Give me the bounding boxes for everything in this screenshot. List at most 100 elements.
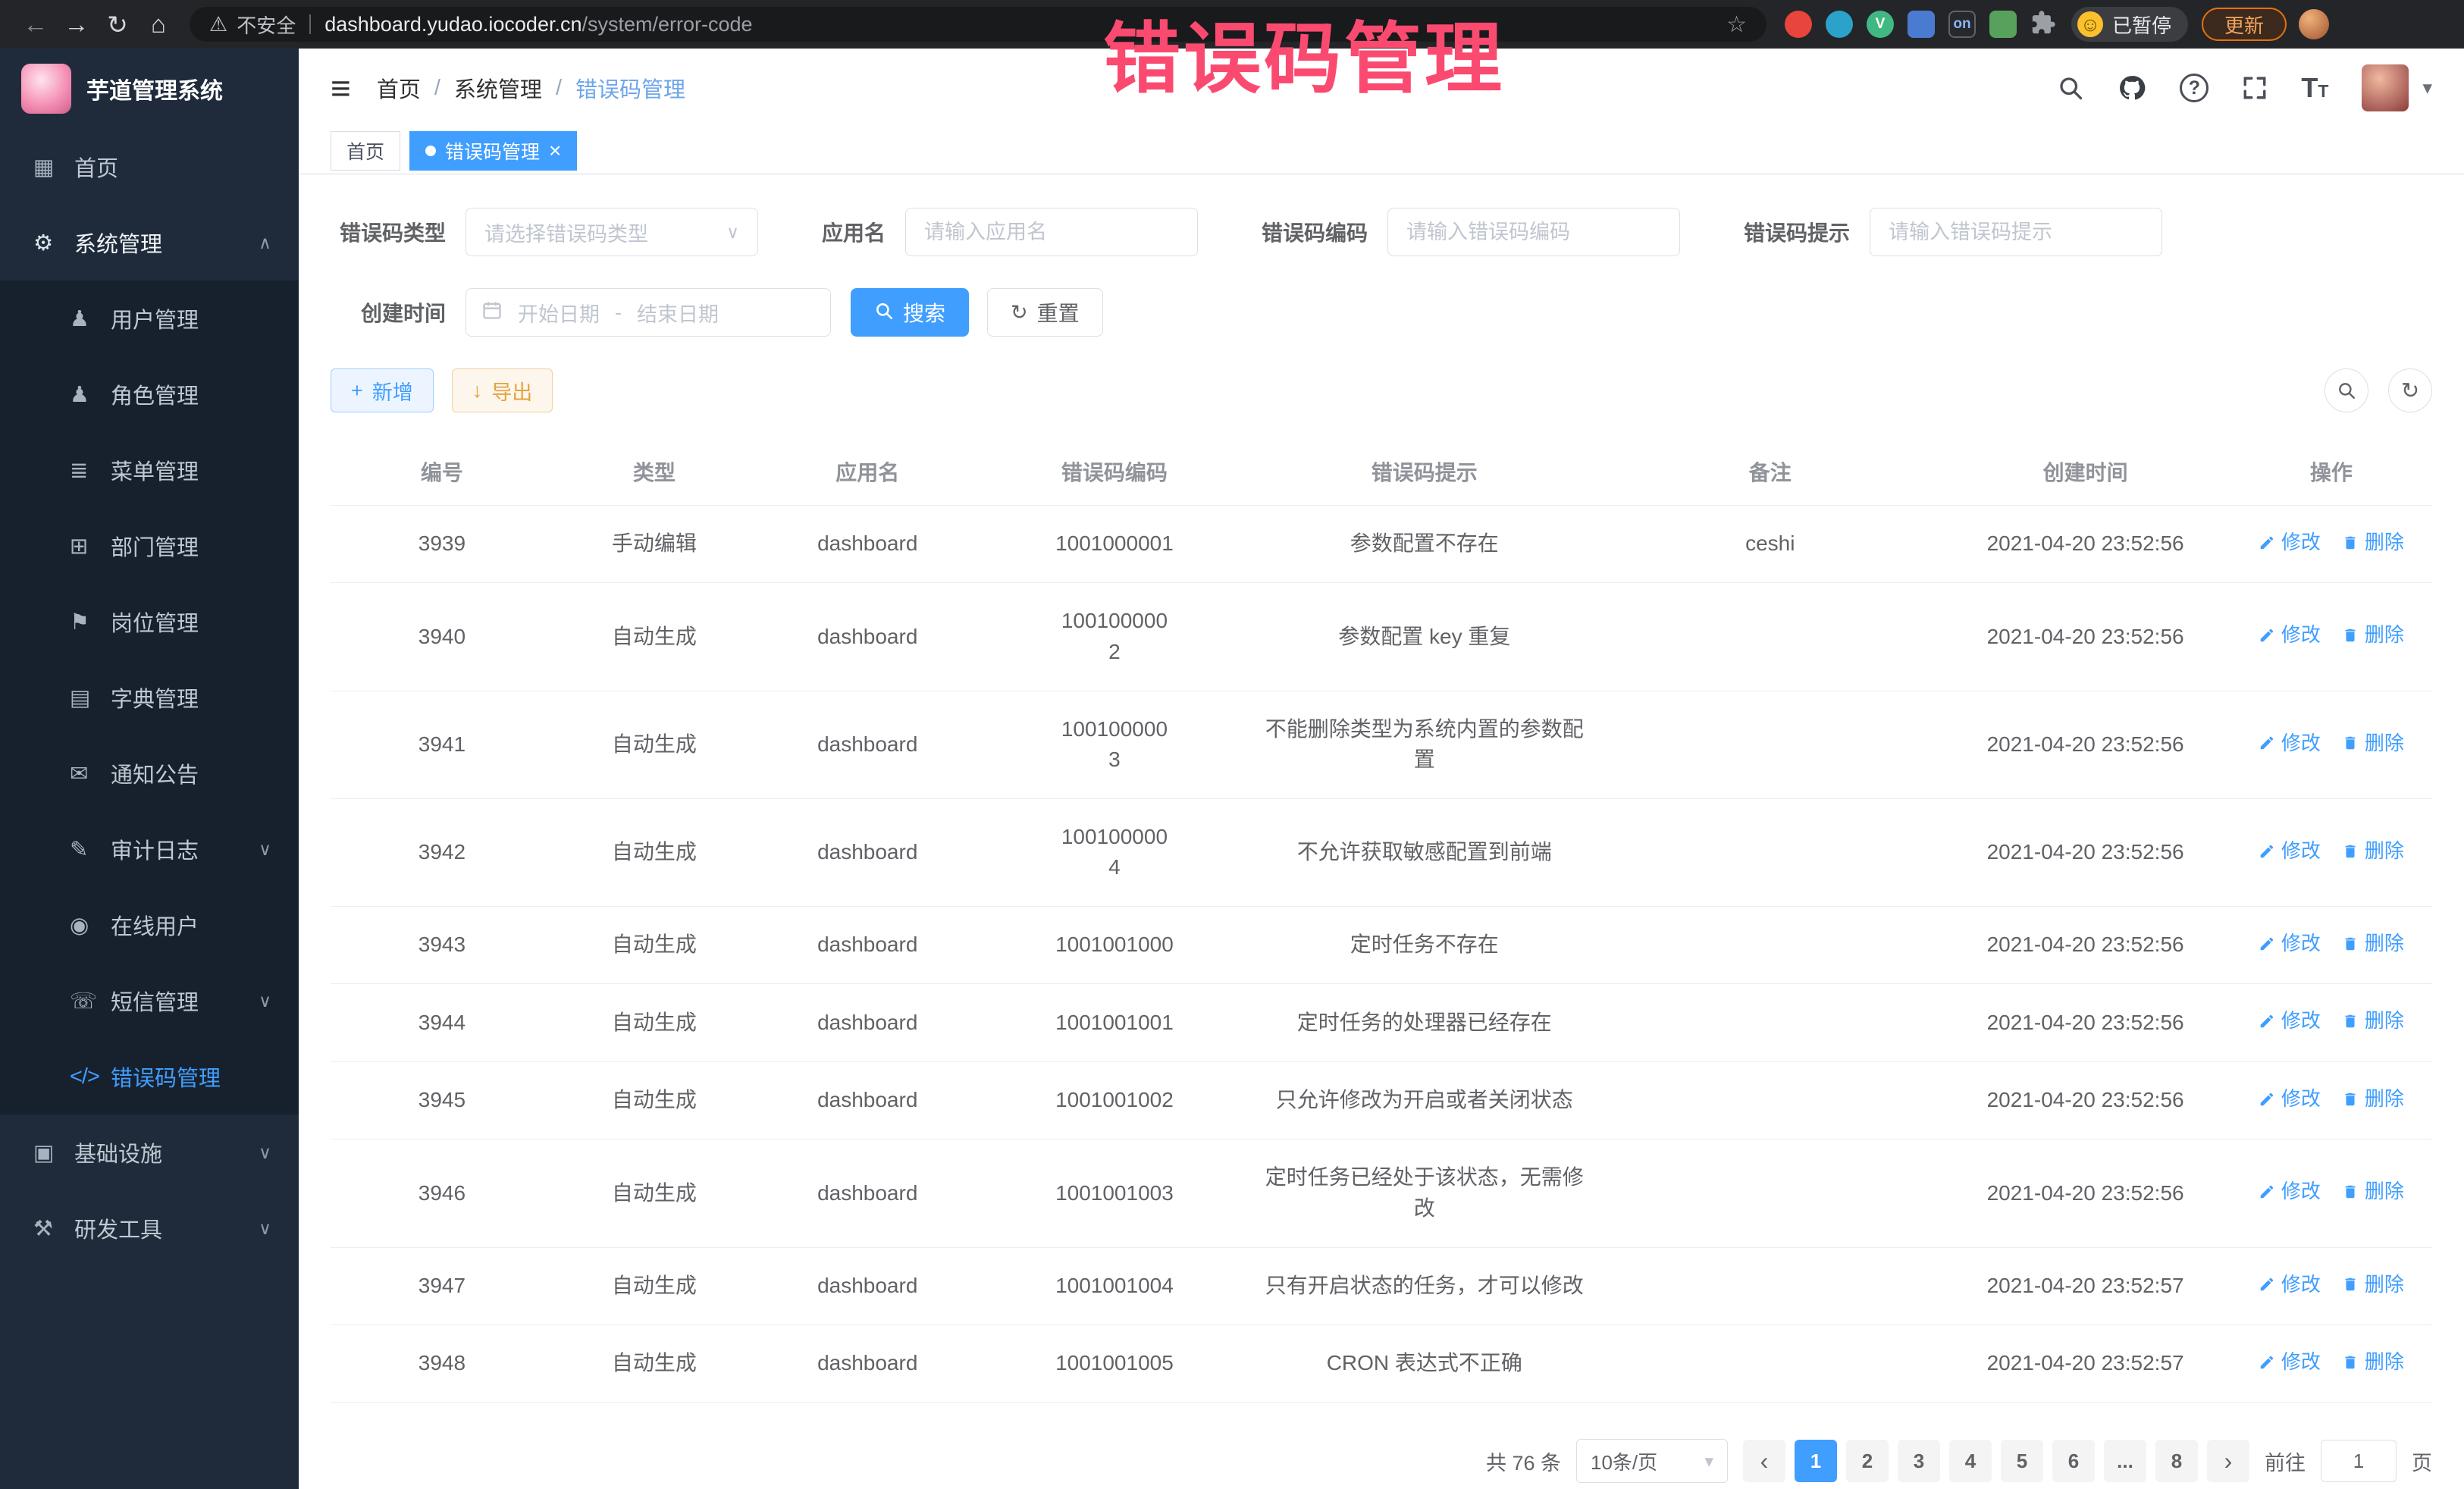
- browser-home-icon[interactable]: ⌂: [138, 4, 179, 45]
- sidebar-item-sms-management[interactable]: ☏短信管理∨: [0, 963, 299, 1039]
- page-button-1[interactable]: 1: [1795, 1440, 1837, 1482]
- browser-profile-chip[interactable]: ☺ 已暂停: [2071, 7, 2188, 42]
- browser-update-button[interactable]: 更新: [2202, 8, 2287, 41]
- edit-link[interactable]: 修改: [2259, 837, 2321, 866]
- dept-icon: ⊞: [70, 533, 111, 560]
- edit-link[interactable]: 修改: [2259, 1348, 2321, 1377]
- delete-link[interactable]: 删除: [2342, 1271, 2404, 1299]
- row-remark: ceshi: [1600, 506, 1940, 583]
- code-input[interactable]: [1387, 208, 1680, 256]
- page-button-4[interactable]: 4: [1949, 1440, 1992, 1482]
- font-size-icon[interactable]: TT: [2301, 72, 2328, 104]
- sidebar-item-notice-management[interactable]: ✉通知公告: [0, 735, 299, 811]
- page-button-2[interactable]: 2: [1846, 1440, 1889, 1482]
- prev-page-button[interactable]: ‹: [1743, 1440, 1785, 1482]
- onetab-extension-icon[interactable]: on: [1948, 11, 1976, 38]
- reset-button[interactable]: ↻ 重置: [987, 288, 1103, 337]
- extensions-puzzle-icon[interactable]: [2030, 10, 2056, 39]
- code-label: 错误码编码: [1262, 217, 1368, 247]
- sidebar-item-system-management[interactable]: ⚙系统管理∧: [0, 205, 299, 281]
- not-secure-label: 不安全: [237, 11, 296, 39]
- delete-link[interactable]: 删除: [2342, 1085, 2404, 1114]
- edit-link[interactable]: 修改: [2259, 1177, 2321, 1206]
- sidebar-item-menu-management[interactable]: ≣菜单管理: [0, 432, 299, 508]
- sidebar-item-dept-management[interactable]: ⊞部门管理: [0, 508, 299, 584]
- edit-link[interactable]: 修改: [2259, 1007, 2321, 1036]
- sidebar-item-audit-log[interactable]: ✎审计日志∨: [0, 811, 299, 887]
- next-page-button[interactable]: ›: [2207, 1440, 2249, 1482]
- fullscreen-icon[interactable]: [2242, 75, 2268, 101]
- delete-link[interactable]: 删除: [2342, 621, 2404, 650]
- refresh-table-button[interactable]: ↻: [2388, 368, 2432, 412]
- export-button[interactable]: ↓ 导出: [452, 368, 553, 412]
- app-input[interactable]: [905, 208, 1198, 256]
- search-button[interactable]: 搜索: [851, 288, 969, 337]
- sidebar-item-post-management[interactable]: ⚑岗位管理: [0, 584, 299, 660]
- search-icon[interactable]: [2057, 74, 2084, 102]
- vue-devtools-extension-icon[interactable]: V: [1867, 11, 1894, 38]
- sidebar-item-dict-management[interactable]: ▤字典管理: [0, 660, 299, 735]
- sidebar-item-home[interactable]: ▦首页: [0, 129, 299, 205]
- type-select[interactable]: 请选择错误码类型 ∨: [466, 208, 758, 256]
- forward-icon[interactable]: →: [56, 4, 97, 45]
- add-button[interactable]: + 新增: [331, 368, 434, 412]
- sidebar-item-label: 错误码管理: [111, 1061, 271, 1092]
- delete-link[interactable]: 删除: [2342, 1177, 2404, 1206]
- row-id: 3946: [331, 1139, 553, 1247]
- goto-page-input[interactable]: [2321, 1440, 2397, 1482]
- breadcrumb-item[interactable]: 系统管理: [454, 72, 542, 104]
- tab-首页[interactable]: 首页: [331, 131, 400, 171]
- edit-link[interactable]: 修改: [2259, 528, 2321, 557]
- row-operations: 修改删除: [2230, 583, 2432, 691]
- browser-profile-avatar[interactable]: [2299, 9, 2329, 39]
- page-button-8[interactable]: 8: [2155, 1440, 2198, 1482]
- hint-input[interactable]: [1870, 208, 2162, 256]
- delete-link[interactable]: 删除: [2342, 729, 2404, 758]
- delete-link[interactable]: 删除: [2342, 837, 2404, 866]
- avatar-caret-down-icon[interactable]: ▾: [2422, 77, 2432, 99]
- app-logo[interactable]: 芋道管理系统: [0, 49, 299, 129]
- delete-link[interactable]: 删除: [2342, 528, 2404, 557]
- filter-group-hint: 错误码提示: [1744, 208, 2162, 256]
- xpath-extension-icon[interactable]: [1989, 11, 2017, 38]
- reload-icon[interactable]: ↻: [97, 4, 138, 45]
- page-button-6[interactable]: 6: [2052, 1440, 2095, 1482]
- sidebar-item-infrastructure[interactable]: ▣基础设施∨: [0, 1114, 299, 1190]
- delete-link[interactable]: 删除: [2342, 1348, 2404, 1377]
- table-row: 3941自动生成dashboard100100000 3不能删除类型为系统内置的…: [331, 691, 2432, 798]
- sidebar-item-online-users[interactable]: ◉在线用户: [0, 887, 299, 963]
- row-code: 1001001003: [980, 1139, 1249, 1247]
- delete-link[interactable]: 删除: [2342, 1007, 2404, 1036]
- sidebar-item-user-management[interactable]: ♟用户管理: [0, 281, 299, 356]
- date-range-picker[interactable]: 开始日期 - 结束日期: [466, 288, 831, 337]
- stats-extension-icon[interactable]: [1908, 11, 1935, 38]
- page-size-select[interactable]: 10条/页 ▾: [1576, 1439, 1728, 1483]
- edit-link[interactable]: 修改: [2259, 729, 2321, 758]
- edit-link[interactable]: 修改: [2259, 621, 2321, 650]
- bookmark-star-icon[interactable]: ☆: [1726, 11, 1747, 38]
- breadcrumb-item[interactable]: 首页: [377, 72, 421, 104]
- back-icon[interactable]: ←: [15, 4, 56, 45]
- sidebar-item-error-code-management[interactable]: </>错误码管理: [0, 1039, 299, 1114]
- record-extension-icon[interactable]: [1785, 11, 1812, 38]
- delete-link[interactable]: 删除: [2342, 929, 2404, 958]
- edit-link[interactable]: 修改: [2259, 1085, 2321, 1114]
- picker-extension-icon[interactable]: [1826, 11, 1853, 38]
- github-icon[interactable]: [2118, 74, 2146, 102]
- tab-close-icon[interactable]: ×: [549, 140, 561, 161]
- tab-错误码管理[interactable]: 错误码管理×: [409, 131, 577, 171]
- sidebar-item-role-management[interactable]: ♟角色管理: [0, 356, 299, 432]
- address-bar[interactable]: ⚠ 不安全 dashboard.yudao.iocoder.cn/system/…: [190, 7, 1766, 42]
- edit-link[interactable]: 修改: [2259, 929, 2321, 958]
- search-button-icon: [874, 301, 894, 324]
- page-button-5[interactable]: 5: [2001, 1440, 2043, 1482]
- user-avatar[interactable]: [2362, 64, 2409, 111]
- page-button-3[interactable]: 3: [1898, 1440, 1940, 1482]
- sidebar-item-dev-tools[interactable]: ⚒研发工具∨: [0, 1190, 299, 1266]
- column-header: 创建时间: [1940, 438, 2230, 506]
- toggle-search-button[interactable]: [2324, 368, 2368, 412]
- hamburger-icon[interactable]: ≡: [331, 67, 351, 108]
- help-icon[interactable]: ?: [2180, 74, 2209, 102]
- edit-link[interactable]: 修改: [2259, 1271, 2321, 1299]
- more-pages-button[interactable]: ...: [2104, 1440, 2146, 1482]
